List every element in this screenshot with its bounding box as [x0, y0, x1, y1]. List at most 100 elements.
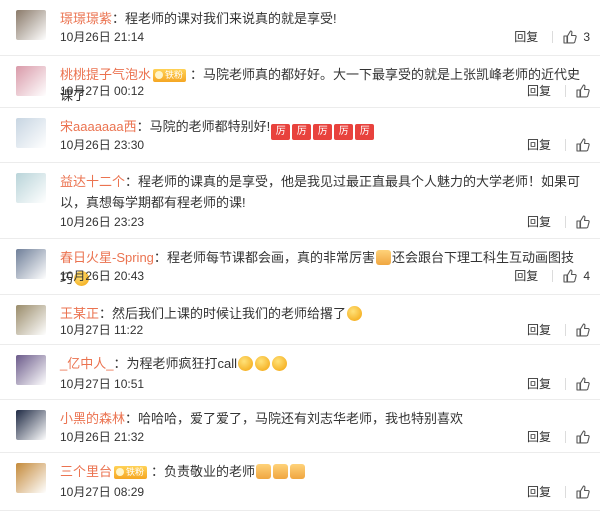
avatar[interactable]	[16, 410, 46, 440]
fan-badge-icon	[155, 71, 164, 80]
like-icon[interactable]	[576, 429, 590, 444]
comment-body: 璟璟璟紫：程老师的课对我们来说真的就是享受!	[60, 8, 582, 29]
like-icon[interactable]	[576, 137, 590, 152]
like-icon[interactable]	[576, 214, 590, 229]
colon: ：	[99, 306, 113, 321]
reply-button[interactable]: 回复	[527, 428, 551, 445]
username-link[interactable]: 桃桃提子气泡水	[60, 67, 151, 82]
comment-text: 马院的老师都特别好!	[149, 119, 271, 134]
comment-timestamp: 10月27日 10:51	[60, 377, 145, 391]
fan-badge: 铁粉	[114, 466, 148, 480]
colon: ：	[125, 174, 139, 189]
comment-text: 为程老师疯狂打call	[126, 356, 237, 371]
reply-button[interactable]: 回复	[527, 136, 551, 153]
colon: ：	[151, 464, 165, 479]
comment-timestamp: 10月27日 08:29	[60, 485, 145, 499]
username-link[interactable]: 宋aaaaaaa西	[60, 119, 137, 134]
comment-item: _亿中人_：为程老师疯狂打call 10月27日 10:51 回复	[0, 345, 600, 400]
reply-button[interactable]: 回复	[514, 267, 538, 284]
comment-body: 益达十二个：程老师的课真的是享受，他是我见过最正直最具个人魅力的大学老师！如果可…	[60, 171, 582, 213]
divider	[565, 430, 566, 443]
divider	[565, 485, 566, 498]
like-icon[interactable]	[576, 83, 590, 98]
avatar[interactable]	[16, 173, 46, 203]
thumbs-up-emoji-icon	[273, 464, 289, 479]
comment-item: 宋aaaaaaa西：马院的老师都特别好! 厉厉厉厉厉 10月26日 23:30 回复	[0, 108, 600, 163]
comment-item: 小黑的森林：哈哈哈，爱了爱了，马院还有刘志华老师，我也特别喜欢 10月26日 21…	[0, 400, 600, 453]
colon: ：	[112, 11, 126, 26]
comment-actions: 回复	[527, 321, 590, 338]
like-icon[interactable]	[563, 29, 578, 44]
username-link[interactable]: 璟璟璟紫	[60, 11, 112, 26]
comment-actions: 回复	[527, 213, 590, 230]
colon: ：	[113, 356, 127, 371]
username-link[interactable]: 王某正	[60, 306, 99, 321]
comment-body: _亿中人_：为程老师疯狂打call	[60, 353, 582, 374]
cheer-emoji-icon: 厉	[271, 124, 291, 140]
smiley-emoji-icon	[272, 356, 287, 371]
comment-item: 王某正：然后我们上课的时候让我们的老师给撂了 10月27日 11:22 回复	[0, 295, 600, 345]
avatar[interactable]	[16, 66, 46, 96]
reply-button[interactable]: 回复	[527, 483, 551, 500]
comment-timestamp: 10月26日 21:32	[60, 430, 145, 444]
comment-item: 春日火星-Spring：程老师每节课都会画，真的非常厉害 还会跟台下理工科生互动画…	[0, 239, 600, 295]
like-count: 3	[583, 29, 590, 44]
comment-body: 三个里台 铁粉 ：负责敬业的老师	[60, 461, 582, 482]
smiley-emoji-icon	[238, 356, 253, 371]
thumbs-up-emoji-icon	[290, 464, 306, 479]
cheer-emoji-icon: 厉	[334, 124, 354, 140]
comment-timestamp: 10月26日 23:23	[60, 215, 145, 229]
comment-text: 程老师的课对我们来说真的就是享受!	[125, 11, 337, 26]
fan-badge-label: 铁粉	[126, 467, 145, 478]
username-link[interactable]: 春日火星-Spring	[60, 250, 154, 265]
reply-button[interactable]: 回复	[527, 213, 551, 230]
avatar[interactable]	[16, 463, 46, 493]
avatar[interactable]	[16, 355, 46, 385]
cheer-emoji-icon: 厉	[355, 124, 375, 140]
like-icon[interactable]	[576, 376, 590, 391]
username-link[interactable]: 益达十二个	[60, 174, 125, 189]
comment-text: 负责敬业的老师	[164, 464, 256, 479]
avatar[interactable]	[16, 118, 46, 148]
comment-actions: 回复	[527, 136, 590, 153]
colon: ：	[136, 119, 150, 134]
comment-list: 璟璟璟紫：程老师的课对我们来说真的就是享受! 10月26日 21:14 回复 3 桃桃提…	[0, 0, 600, 511]
cheer-emoji-icon: 厉	[292, 124, 312, 140]
like-icon[interactable]	[563, 268, 578, 283]
comment-text: 程老师每节课都会画，真的非常厉害	[166, 250, 375, 265]
comment-text: 然后我们上课的时候让我们的老师给撂了	[112, 306, 347, 321]
comment-item: 桃桃提子气泡水 铁粉 ：马院老师真的都好好。大一下最享受的就是上张凯峰老师的近代史课…	[0, 56, 600, 108]
divider	[565, 215, 566, 228]
comment-timestamp: 10月27日 00:12	[60, 84, 145, 98]
username-link[interactable]: _亿中人_	[60, 356, 113, 371]
thumbs-up-emoji-icon	[375, 250, 391, 265]
smiley-emoji-icon	[347, 306, 363, 321]
reply-button[interactable]: 回复	[527, 375, 551, 392]
divider	[552, 30, 554, 43]
smiley-emoji-icon	[255, 356, 270, 371]
avatar[interactable]	[16, 10, 46, 40]
comment-actions: 回复	[527, 82, 590, 99]
thumbs-up-emoji-icon	[256, 464, 272, 479]
reply-button[interactable]: 回复	[527, 82, 551, 99]
comment-actions: 回复	[527, 428, 590, 445]
comment-actions: 回复	[527, 375, 590, 392]
like-icon[interactable]	[576, 322, 590, 337]
cheer-emoji-icon: 厉	[313, 124, 333, 140]
comment-item: 益达十二个：程老师的课真的是享受，他是我见过最正直最具个人魅力的大学老师！如果可…	[0, 163, 600, 239]
like-icon[interactable]	[576, 484, 590, 499]
reply-button[interactable]: 回复	[527, 321, 551, 338]
avatar[interactable]	[16, 305, 46, 335]
username-link[interactable]: 三个里台	[60, 464, 112, 479]
fan-badge-icon	[116, 468, 125, 477]
divider	[565, 377, 566, 390]
comment-text: 哈哈哈，爱了爱了，马院还有刘志华老师，我也特别喜欢	[138, 411, 464, 426]
colon: ：	[125, 411, 139, 426]
username-link[interactable]: 小黑的森林	[60, 411, 125, 426]
comment-item: 璟璟璟紫：程老师的课对我们来说真的就是享受! 10月26日 21:14 回复 3	[0, 0, 600, 56]
fan-badge: 铁粉	[153, 69, 187, 83]
comment-actions: 回复 3	[514, 28, 590, 45]
divider	[565, 84, 566, 97]
reply-button[interactable]: 回复	[514, 28, 538, 45]
avatar[interactable]	[16, 249, 46, 279]
